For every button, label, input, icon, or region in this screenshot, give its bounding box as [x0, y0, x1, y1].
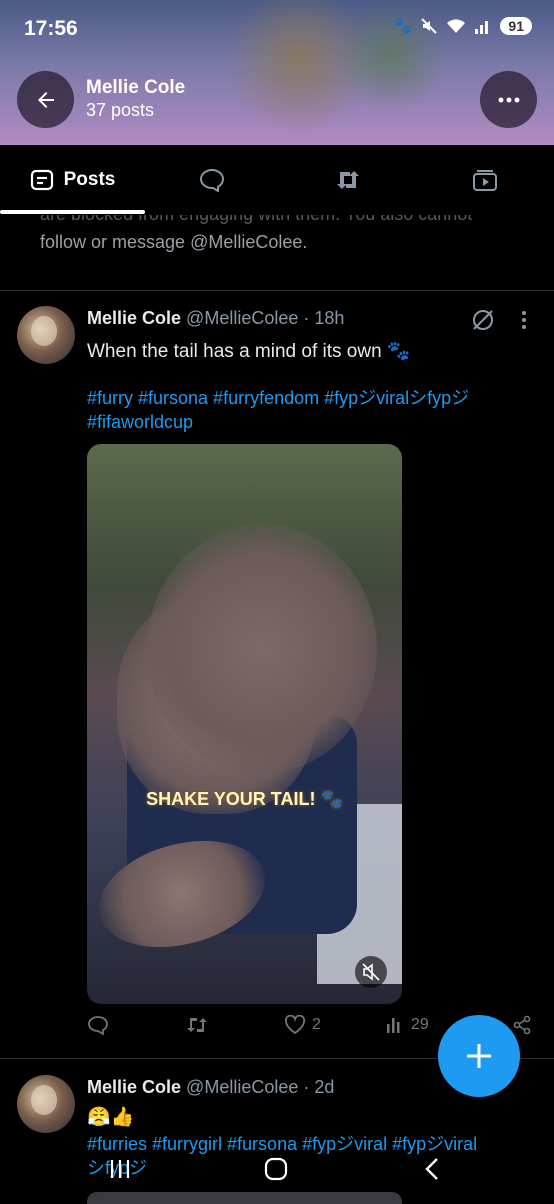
like-count: 2: [312, 1016, 321, 1033]
mute-icon: [362, 963, 380, 981]
post-author[interactable]: Mellie Cole @MellieColee · 18h: [87, 308, 344, 329]
status-bar: 17:56 🐾 91: [0, 0, 554, 56]
battery-icon: 91: [500, 17, 532, 35]
views-count: 29: [411, 1016, 429, 1033]
more-icon: [498, 97, 519, 102]
repost-button[interactable]: [185, 1015, 209, 1035]
post-author[interactable]: Mellie Cole @MellieColee · 2d: [87, 1077, 334, 1098]
tab-active-indicator: [0, 210, 145, 214]
posts-count: 37 posts: [86, 100, 155, 120]
more-button[interactable]: [480, 71, 537, 128]
chevron-left-icon: [425, 1158, 438, 1180]
profile-name: Mellie Cole: [86, 77, 186, 98]
post-hashtags[interactable]: #furry #fursona #furryfendom #fypジviralシ…: [87, 386, 469, 434]
post-handle: @MellieColee · 18h: [186, 308, 345, 328]
recents-icon: [110, 1160, 130, 1178]
avatar[interactable]: [17, 306, 75, 364]
views-icon: [387, 1018, 400, 1033]
video-caption: SHAKE YOUR TAIL! 🐾: [146, 789, 343, 809]
repost-icon: [187, 1018, 207, 1032]
profile-tabs: Posts: [0, 145, 554, 215]
back-button[interactable]: [17, 71, 74, 128]
divider: [0, 290, 554, 291]
tab-replies[interactable]: [182, 145, 242, 215]
tab-reposts[interactable]: [318, 145, 378, 215]
post-more-icon[interactable]: [520, 310, 528, 330]
like-button[interactable]: 2: [284, 1015, 321, 1035]
reply-icon: [88, 1016, 108, 1035]
mute-button[interactable]: [355, 956, 387, 988]
paw-icon: 🐾: [392, 18, 413, 35]
home-icon: [264, 1157, 288, 1181]
post-text: 😤👍: [87, 1107, 135, 1128]
profile-header: 17:56 🐾 91 Mellie Cole 37 posts: [0, 0, 554, 145]
system-nav-bar: [0, 1140, 554, 1200]
reply-button[interactable]: [87, 1015, 109, 1035]
system-back-button[interactable]: [412, 1152, 452, 1186]
post-text: When the tail has a mind of its own 🐾: [87, 341, 411, 362]
recents-button[interactable]: [100, 1152, 140, 1186]
posts-icon: [30, 169, 53, 191]
status-icons: 🐾 91: [392, 16, 532, 36]
share-button[interactable]: [512, 1015, 532, 1035]
post-handle: @MellieColee · 2d: [186, 1077, 335, 1097]
home-button[interactable]: [256, 1152, 296, 1186]
reposts-icon: [337, 171, 359, 189]
back-arrow-icon: [37, 91, 54, 108]
views-button[interactable]: 29: [385, 1015, 429, 1035]
tab-posts-label: Posts: [63, 169, 116, 190]
media-icon: [473, 170, 497, 191]
wifi-icon: [447, 19, 466, 33]
post-video[interactable]: SHAKE YOUR TAIL! 🐾: [87, 444, 402, 1004]
tab-posts[interactable]: Posts: [0, 145, 145, 215]
plus-icon: [467, 1044, 491, 1068]
avatar[interactable]: [17, 1075, 75, 1133]
share-icon: [513, 1015, 531, 1035]
grok-icon[interactable]: [470, 307, 496, 333]
compose-button[interactable]: [438, 1015, 520, 1097]
like-icon: [284, 1015, 306, 1035]
status-time: 17:56: [24, 17, 78, 40]
tab-media[interactable]: [455, 145, 515, 215]
replies-icon: [199, 168, 225, 192]
mute-status-icon: [421, 18, 438, 34]
signal-icon: [475, 21, 489, 34]
